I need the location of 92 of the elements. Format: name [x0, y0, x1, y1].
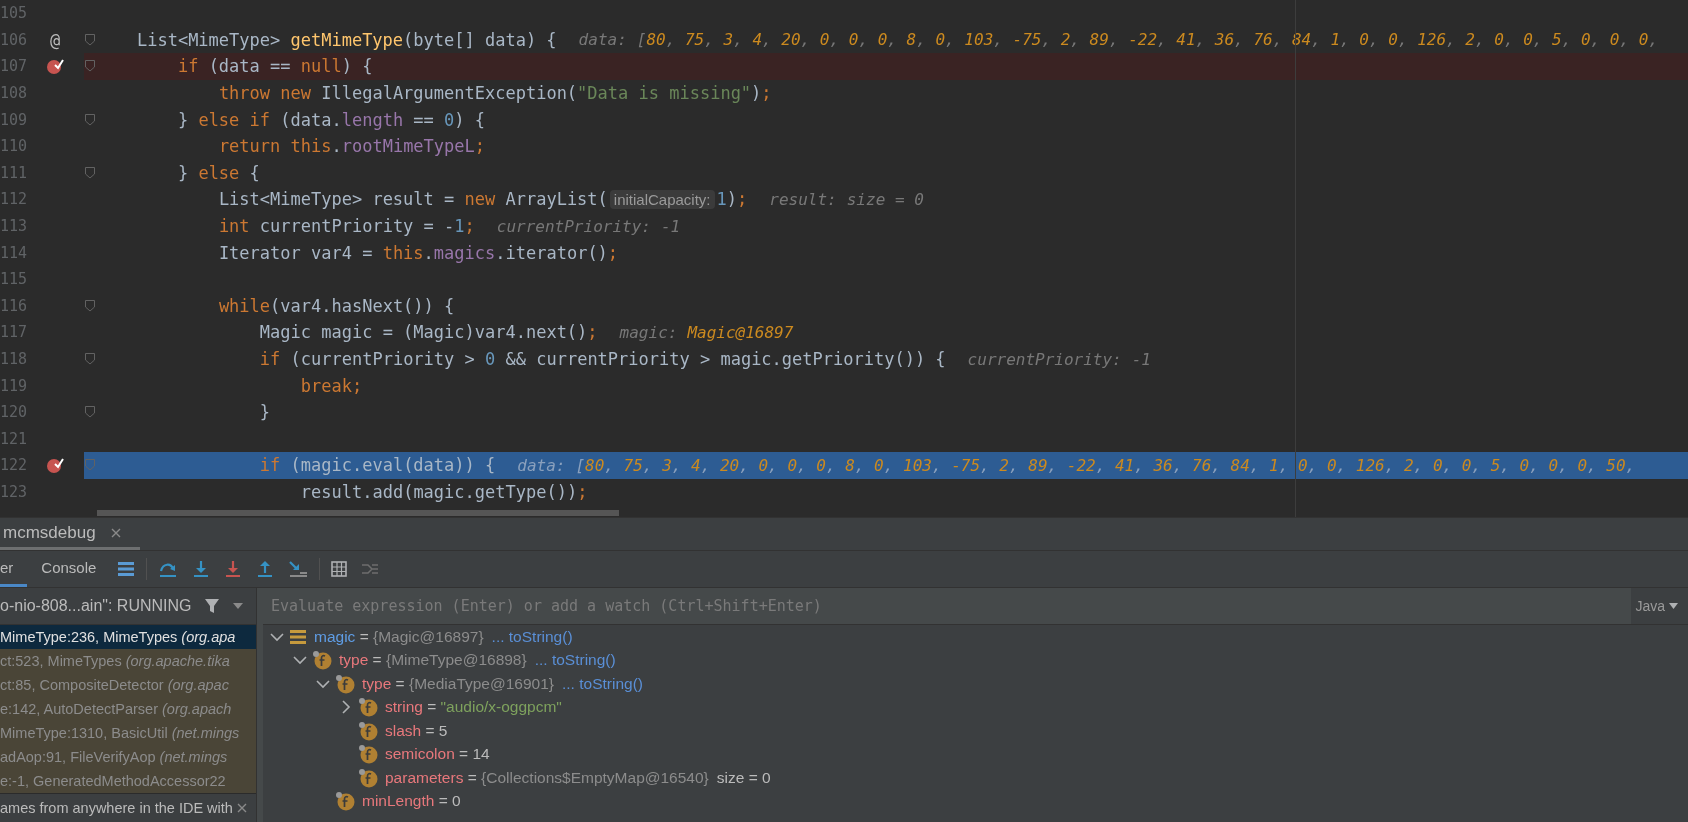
- stack-frame[interactable]: MimeType:236, MimeTypes (org.apa: [0, 625, 256, 649]
- code-text: } else if (data.length == 0) {: [177, 109, 486, 130]
- stack-frame[interactable]: MimeType:1310, BasicUtil (net.mings: [0, 721, 256, 745]
- inline-value-hint: currentPriority: -1: [496, 216, 681, 236]
- to-string-link[interactable]: ... toString(): [491, 627, 573, 646]
- code-text: if (currentPriority > 0 && currentPriority > magic.getPriority()) {: [259, 349, 946, 369]
- stack-frame[interactable]: adAop:91, FileVerifyAop (net.mings: [0, 745, 256, 769]
- code-text: 1);: [716, 189, 748, 210]
- stack-frame[interactable]: e:-1, GeneratedMethodAccessor22: [0, 769, 256, 793]
- code-text: Magic magic = (Magic)var4.next();: [259, 322, 598, 343]
- breakpoint-icon[interactable]: [46, 57, 64, 76]
- caret-icon[interactable]: [1669, 603, 1678, 609]
- code-text: throw new IllegalArgumentException("Data is missing");: [218, 83, 772, 104]
- fold-marker-icon[interactable]: [85, 60, 95, 73]
- line-number: 117: [0, 323, 26, 342]
- line-number: 111: [0, 163, 26, 182]
- line-number: 106: [0, 30, 26, 49]
- variable-value[interactable]: semicolon = 14: [385, 745, 490, 764]
- variable-value[interactable]: slash = 5: [385, 721, 448, 740]
- close-icon[interactable]: [109, 526, 122, 539]
- line-number: 110: [0, 137, 26, 156]
- inline-value-hint: magic: Magic@16897: [619, 322, 794, 342]
- parameter-hint: initialCapacity:: [609, 189, 715, 209]
- line-number: 118: [0, 350, 26, 368]
- scrollbar-thumb[interactable]: [97, 510, 619, 516]
- line-number: 112: [0, 190, 26, 209]
- line-number: 115: [0, 270, 26, 289]
- code-text: int currentPriority = -1;: [218, 216, 475, 237]
- code-text: List<MimeType> result = new ArrayList(: [218, 189, 608, 210]
- step-out-icon[interactable]: [256, 560, 275, 578]
- language-selector[interactable]: Java: [1635, 598, 1665, 614]
- gutter-mark[interactable]: @: [49, 29, 61, 50]
- inline-value-hint: data: [80, 75, 3, 4, 20, 0, 0, 0, 8, 0, 103, -75, 2, 89, -22, 41, 36, 76, 84, 1, 0, 0, 126, 2, 0, 0, 5, 0, 0, 0, 50,: [517, 455, 1636, 475]
- line-number: 108: [0, 84, 26, 103]
- line-number: 109: [0, 110, 26, 129]
- session-tab[interactable]: mcmsdebug: [0, 518, 140, 550]
- stack-frame[interactable]: e:142, AutoDetectParser (org.apach: [0, 697, 256, 721]
- step-into-icon[interactable]: [192, 560, 211, 578]
- close-icon[interactable]: [236, 802, 248, 814]
- fold-marker-icon[interactable]: [85, 33, 95, 46]
- stream-trace-icon[interactable]: [361, 561, 380, 577]
- size-label: size = 0: [716, 768, 771, 787]
- line-number: 116: [0, 296, 26, 315]
- code-text: while(var4.hasNext()) {: [218, 295, 455, 316]
- code-text: break;: [300, 375, 363, 396]
- line-number: 123: [0, 483, 26, 501]
- line-number: 107: [0, 57, 26, 76]
- run-to-cursor-icon[interactable]: [288, 560, 309, 578]
- inline-value-hint: result: size = 0: [769, 189, 924, 209]
- fold-marker-icon[interactable]: [85, 166, 95, 179]
- breakpoint-icon[interactable]: [46, 456, 64, 475]
- code-text: } else {: [177, 162, 260, 183]
- line-number: 121: [0, 429, 26, 448]
- fold-marker-icon[interactable]: [85, 459, 95, 472]
- variable-value[interactable]: minLength = 0: [362, 792, 461, 811]
- code-text: if (data == null) {: [177, 56, 373, 77]
- line-number: 122: [0, 456, 26, 475]
- line-number: 120: [0, 403, 26, 422]
- panel-tab[interactable]: Console: [27, 551, 111, 587]
- fold-marker-icon[interactable]: [85, 353, 95, 365]
- line-number: 119: [0, 376, 26, 395]
- fold-marker-icon[interactable]: [85, 299, 95, 312]
- table-icon[interactable]: [331, 561, 348, 577]
- layout-menu-icon[interactable]: [117, 561, 136, 577]
- variable-value[interactable]: string = "audio/x-oggpcm": [385, 698, 562, 717]
- fold-marker-icon[interactable]: [85, 113, 95, 126]
- variable-value[interactable]: type = {MediaType@16901}: [362, 674, 554, 693]
- variable-value[interactable]: type = {MimeType@16898}: [339, 651, 527, 670]
- hint-text: ames from anywhere in the IDE with: [0, 800, 233, 816]
- code-text: return this.rootMimeTypeL;: [218, 136, 486, 157]
- code-text: Iterator var4 = this.magics.iterator();: [218, 242, 619, 263]
- code-text: }: [259, 402, 271, 423]
- line-number: 113: [0, 217, 26, 236]
- variable-value[interactable]: parameters = {Collections$EmptyMap@16540}: [385, 768, 709, 787]
- stack-frame[interactable]: ct:523, MimeTypes (org.apache.tika: [0, 649, 256, 673]
- variable-value[interactable]: magic = {Magic@16897}: [314, 627, 484, 646]
- thread-selector[interactable]: o-nio-808...ain": RUNNING: [0, 597, 192, 615]
- stack-frame[interactable]: ct:85, CompositeDetector (org.apac: [0, 673, 256, 697]
- code-text: if (magic.eval(data)) {: [259, 455, 496, 476]
- line-number: 114: [0, 243, 26, 262]
- force-step-into-icon[interactable]: [224, 560, 243, 578]
- scrollbar-track[interactable]: [256, 588, 263, 822]
- filter-icon[interactable]: [203, 598, 220, 614]
- line-number: 105: [0, 4, 26, 23]
- to-string-link[interactable]: ... toString(): [534, 651, 616, 670]
- code-text: result.add(magic.getType());: [300, 482, 588, 502]
- panel-tab[interactable]: er: [0, 551, 28, 587]
- code-text: List<MimeType> getMimeType(byte[] data) {: [136, 29, 557, 50]
- inline-value-hint: currentPriority: -1: [967, 349, 1151, 369]
- caret-icon[interactable]: [231, 602, 244, 610]
- fold-marker-icon[interactable]: [85, 406, 95, 419]
- to-string-link[interactable]: ... toString(): [562, 674, 643, 693]
